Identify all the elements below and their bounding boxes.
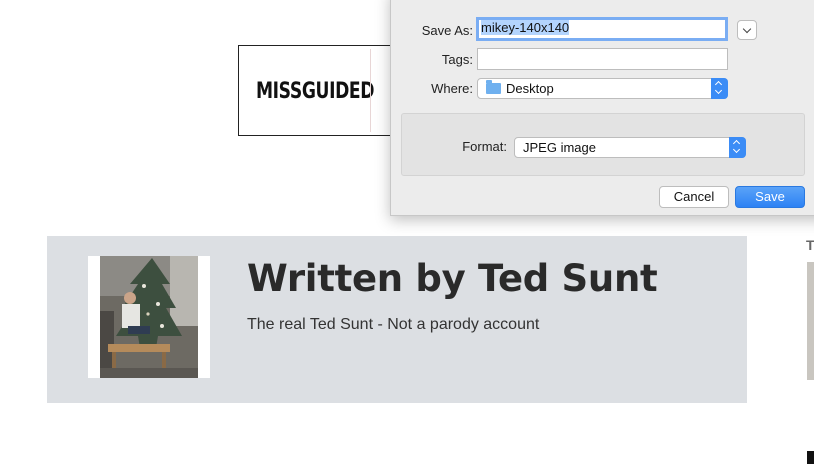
- missguided-logo: MISSGUIDED: [256, 79, 375, 104]
- tags-field[interactable]: [477, 48, 728, 70]
- save-as-field[interactable]: mikey-140x140: [476, 17, 728, 41]
- save-as-value: mikey-140x140: [481, 20, 570, 35]
- format-popup[interactable]: JPEG image: [514, 137, 746, 158]
- format-value: JPEG image: [523, 140, 596, 155]
- author-card: Written by Ted Sunt The real Ted Sunt - …: [47, 236, 747, 403]
- ad-banner[interactable]: MISSGUIDED: [238, 45, 398, 136]
- folder-icon: [486, 80, 501, 94]
- author-heading: Written by Ted Sunt: [247, 257, 658, 300]
- where-popup[interactable]: Desktop: [477, 78, 728, 99]
- where-label: Where:: [431, 81, 473, 96]
- tags-label: Tags:: [441, 52, 473, 67]
- save-dialog: Save As: mikey-140x140 Tags: Where: Desk…: [390, 0, 814, 216]
- screen: MISSGUIDED Written by Ted Sunt The real …: [0, 0, 814, 464]
- save-as-label: Save As:: [421, 23, 473, 38]
- sidebar-thumbnail[interactable]: [807, 262, 814, 380]
- popup-arrows-icon: [711, 78, 728, 99]
- sidebar-block: [807, 451, 814, 464]
- author-avatar[interactable]: [88, 256, 210, 378]
- format-label: Format:: [462, 139, 507, 154]
- cancel-button[interactable]: Cancel: [659, 186, 729, 208]
- format-options-panel: Format: JPEG image: [401, 113, 805, 176]
- expand-dialog-button[interactable]: [737, 20, 757, 40]
- popup-arrows-icon: [729, 137, 746, 158]
- ad-divider: [370, 49, 371, 132]
- author-bio: The real Ted Sunt - Not a parody account: [247, 316, 540, 333]
- where-value: Desktop: [506, 81, 554, 96]
- sidebar-heading-fragment: T: [806, 237, 814, 253]
- save-button[interactable]: Save: [735, 186, 805, 208]
- author-photo-image: [100, 256, 198, 378]
